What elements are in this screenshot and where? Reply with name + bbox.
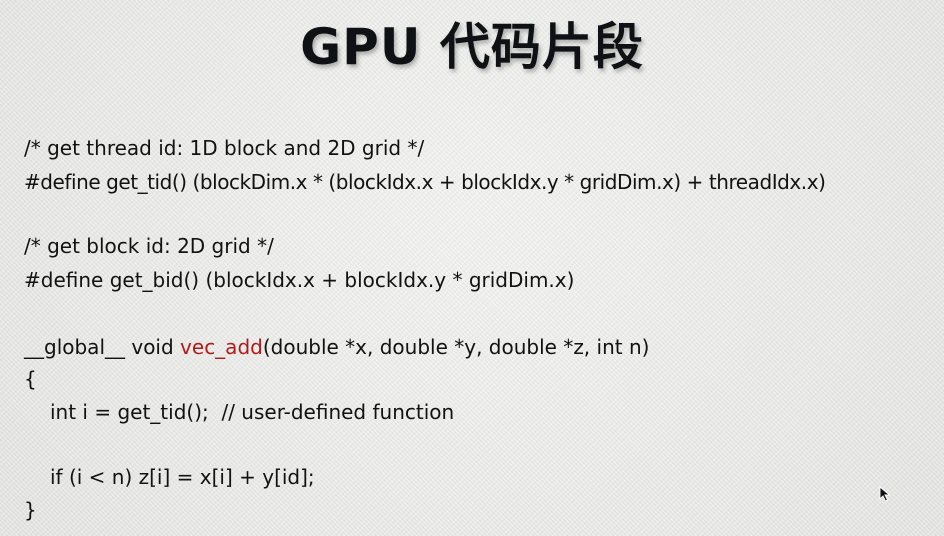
code-snippet: /* get thread id: 1D block and 2D grid *…: [24, 133, 939, 522]
code-declare-index: int i = get_tid(); // user-defined funct…: [50, 400, 455, 424]
code-define-get-bid: #define get_bid() (blockIdx.x + blockIdx…: [24, 268, 575, 292]
code-open-brace: {: [24, 367, 37, 391]
function-name: vec_add: [180, 335, 263, 359]
function-parameters: (double *x, double *y, double *z, int n): [262, 335, 650, 359]
code-comment-block-id: /* get block id: 2D grid */: [24, 234, 274, 258]
slide: GPU 代码片段 /* get thread id: 1D block and …: [0, 0, 944, 536]
code-close-brace: }: [24, 498, 37, 522]
mouse-pointer-icon: [879, 486, 891, 502]
code-comment-thread-id: /* get thread id: 1D block and 2D grid *…: [24, 136, 425, 160]
code-function-signature: __global__ void vec_add(double *x, doubl…: [24, 332, 649, 362]
code-define-get-tid: #define get_tid() (blockDim.x * (blockId…: [24, 170, 826, 194]
function-qualifier: __global__ void: [24, 335, 181, 359]
slide-title: GPU 代码片段: [300, 18, 644, 76]
code-vector-add-statement: if (i < n) z[i] = x[i] + y[id];: [50, 465, 315, 489]
